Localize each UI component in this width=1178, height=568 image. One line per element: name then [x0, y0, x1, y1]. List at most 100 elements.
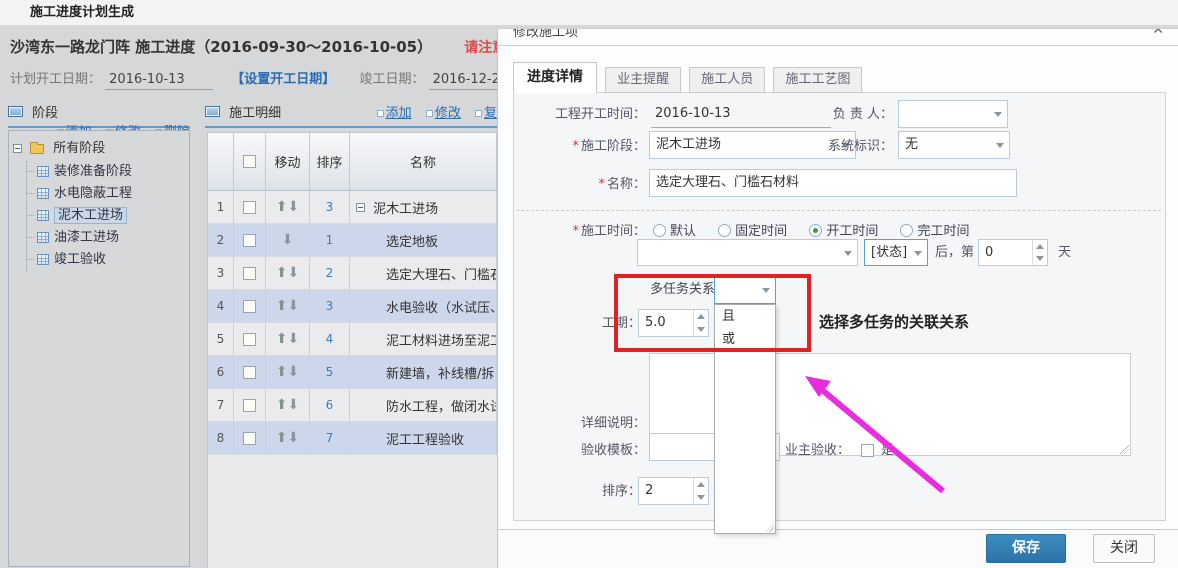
spin-up-icon[interactable] — [697, 482, 705, 487]
table-row[interactable]: 2 ⬇ 1 选定地板 — [208, 224, 497, 257]
tree-item-shuidian[interactable]: 水电隐蔽工程 — [27, 183, 185, 205]
dropdown-option-or[interactable]: 或 — [715, 328, 775, 351]
spin-down-icon[interactable] — [697, 495, 705, 500]
move-down-icon[interactable]: ⬇ — [288, 332, 300, 346]
row-checkbox[interactable] — [243, 234, 256, 247]
sys-flag-select[interactable]: 无 — [898, 131, 1010, 159]
after-text: 后，第 — [935, 239, 974, 266]
stage-panel-icon — [8, 106, 23, 117]
table-icon — [37, 254, 49, 265]
detail-copy-link[interactable]: 复 — [475, 106, 497, 121]
save-button[interactable]: 保存 — [986, 534, 1066, 563]
manager-select[interactable] — [898, 100, 1008, 128]
spin-up-icon[interactable] — [697, 314, 705, 319]
move-up-icon[interactable]: ⬆ — [276, 299, 288, 313]
collapse-icon[interactable] — [13, 144, 22, 153]
table-row[interactable]: 5 ⬆⬇ 4 泥工材料进场至泥工 — [208, 323, 497, 356]
move-up-icon[interactable]: ⬆ — [276, 332, 288, 346]
tree-root-row[interactable]: 所有阶段 — [13, 137, 185, 161]
move-down-icon[interactable]: ⬇ — [288, 365, 300, 379]
annotation-text: 选择多任务的关联关系 — [819, 311, 969, 332]
table-row[interactable]: 8 ⬆⬇ 7 泥工工程验收 — [208, 422, 497, 455]
tree-item-nimugong[interactable]: 泥木工进场 — [27, 205, 185, 227]
table-row[interactable]: 3 ⬆⬇ 2 选定大理石、门槛石 — [208, 257, 497, 290]
move-down-icon[interactable]: ⬇ — [288, 398, 300, 412]
spin-down-icon[interactable] — [697, 327, 705, 332]
duration-stepper[interactable]: 5.0 — [638, 309, 709, 337]
table-row[interactable]: 4 ⬆⬇ 3 水电验收（水试压、 — [208, 290, 497, 323]
header-move: 移动 — [266, 133, 310, 190]
stage-toolbar: 阶段 添加 修改 删除 — [8, 102, 190, 128]
select-all-checkbox[interactable] — [243, 155, 256, 168]
table-row[interactable]: 6 ⬆⬇ 5 新建墙，补线槽/拆 — [208, 356, 497, 389]
status-select[interactable]: [状态] — [864, 239, 928, 266]
dependency-task-select[interactable] — [637, 239, 858, 266]
tab-process-diagram[interactable]: 施工工艺图 — [773, 67, 862, 93]
detail-panel-icon — [205, 106, 220, 117]
move-down-icon[interactable]: ⬇ — [282, 233, 294, 247]
spin-up-icon[interactable] — [1036, 244, 1044, 249]
move-up-icon[interactable]: ⬆ — [276, 398, 288, 412]
radio-fixed-time[interactable] — [718, 224, 731, 237]
dropdown-option-and[interactable]: 且 — [715, 305, 775, 328]
move-up-icon[interactable]: ⬆ — [276, 431, 288, 445]
tab-workers[interactable]: 施工人员 — [689, 67, 765, 93]
edit-task-dialog: 修改施工项 ✕ 进度详情 业主提醒 施工人员 施工工艺图 工程开工时间： 201… — [497, 28, 1178, 568]
radio-start-time[interactable] — [809, 224, 822, 237]
row-checkbox[interactable] — [243, 333, 256, 346]
radio-default[interactable] — [653, 224, 666, 237]
move-down-icon[interactable]: ⬇ — [288, 431, 300, 445]
row-checkbox[interactable] — [243, 201, 256, 214]
radio-finish-time[interactable] — [900, 224, 913, 237]
spin-down-icon[interactable] — [1036, 256, 1044, 261]
multitask-label: 多任务关系 — [650, 276, 715, 304]
table-icon — [37, 232, 49, 243]
name-label: *名称： — [518, 171, 646, 199]
row-checkbox[interactable] — [243, 267, 256, 280]
move-down-icon[interactable]: ⬇ — [288, 266, 300, 280]
close-icon[interactable]: ✕ — [1152, 29, 1164, 38]
duration-label: 工期： — [558, 310, 641, 338]
row-checkbox[interactable] — [243, 399, 256, 412]
tree-item-zhuangxiu[interactable]: 装修准备阶段 — [27, 161, 185, 183]
dialog-tabs: 进度详情 业主提醒 施工人员 施工工艺图 — [513, 62, 862, 93]
resize-handle[interactable] — [1120, 445, 1129, 454]
tree-root-label[interactable]: 所有阶段 — [53, 141, 105, 156]
date-header: 计划开工日期： 2016-10-13 【设置开工日期】 竣工日期： 2016-1… — [10, 68, 537, 88]
table-header: 移动 排序 名称 — [208, 133, 497, 191]
collapse-icon[interactable] — [356, 203, 365, 212]
tree-item-jungong[interactable]: 竣工验收 — [27, 249, 185, 271]
order-stepper[interactable]: 2 — [638, 477, 709, 505]
tab-progress-detail[interactable]: 进度详情 — [513, 62, 597, 93]
close-button[interactable]: 关闭 — [1093, 534, 1155, 563]
move-down-icon[interactable]: ⬇ — [288, 200, 300, 214]
move-up-icon[interactable]: ⬆ — [276, 266, 288, 280]
plan-start-value[interactable]: 2016-10-13 — [105, 72, 213, 90]
move-up-icon[interactable]: ⬆ — [276, 365, 288, 379]
row-checkbox[interactable] — [243, 432, 256, 445]
table-row[interactable]: 7 ⬆⬇ 6 防水工程，做闭水试 — [208, 389, 497, 422]
owner-check-checkbox[interactable] — [861, 444, 874, 457]
stage-tree: 所有阶段 装修准备阶段 水电隐蔽工程 泥木工进场 油漆工进场 竣工验收 — [8, 130, 190, 567]
chevron-down-icon — [844, 251, 852, 256]
resize-handle[interactable] — [765, 523, 774, 532]
detail-add-link[interactable]: 添加 — [377, 106, 412, 121]
multitask-select[interactable] — [714, 276, 776, 304]
days-stepper[interactable]: 0 — [978, 239, 1048, 266]
name-input[interactable]: 选定大理石、门槛石材料 — [649, 169, 1017, 197]
chevron-down-icon — [996, 143, 1004, 148]
row-checkbox[interactable] — [243, 300, 256, 313]
set-start-date-link[interactable]: 【设置开工日期】 — [231, 72, 335, 87]
tab-owner-remind[interactable]: 业主提醒 — [605, 67, 681, 93]
move-down-icon[interactable]: ⬇ — [288, 299, 300, 313]
table-row[interactable]: 1 ⬆⬇ 3 泥木工进场 — [208, 191, 497, 224]
detail-panel-title: 施工明细 — [229, 106, 281, 121]
time-mode-label: *施工时间： — [518, 218, 646, 245]
tree-item-youqi[interactable]: 油漆工进场 — [27, 227, 185, 249]
finish-date-label: 竣工日期： — [359, 72, 424, 87]
chevron-down-icon — [762, 288, 770, 293]
row-checkbox[interactable] — [243, 366, 256, 379]
detail-edit-link[interactable]: 修改 — [426, 106, 461, 121]
move-up-icon[interactable]: ⬆ — [276, 200, 288, 214]
header-sort: 排序 — [310, 133, 350, 190]
